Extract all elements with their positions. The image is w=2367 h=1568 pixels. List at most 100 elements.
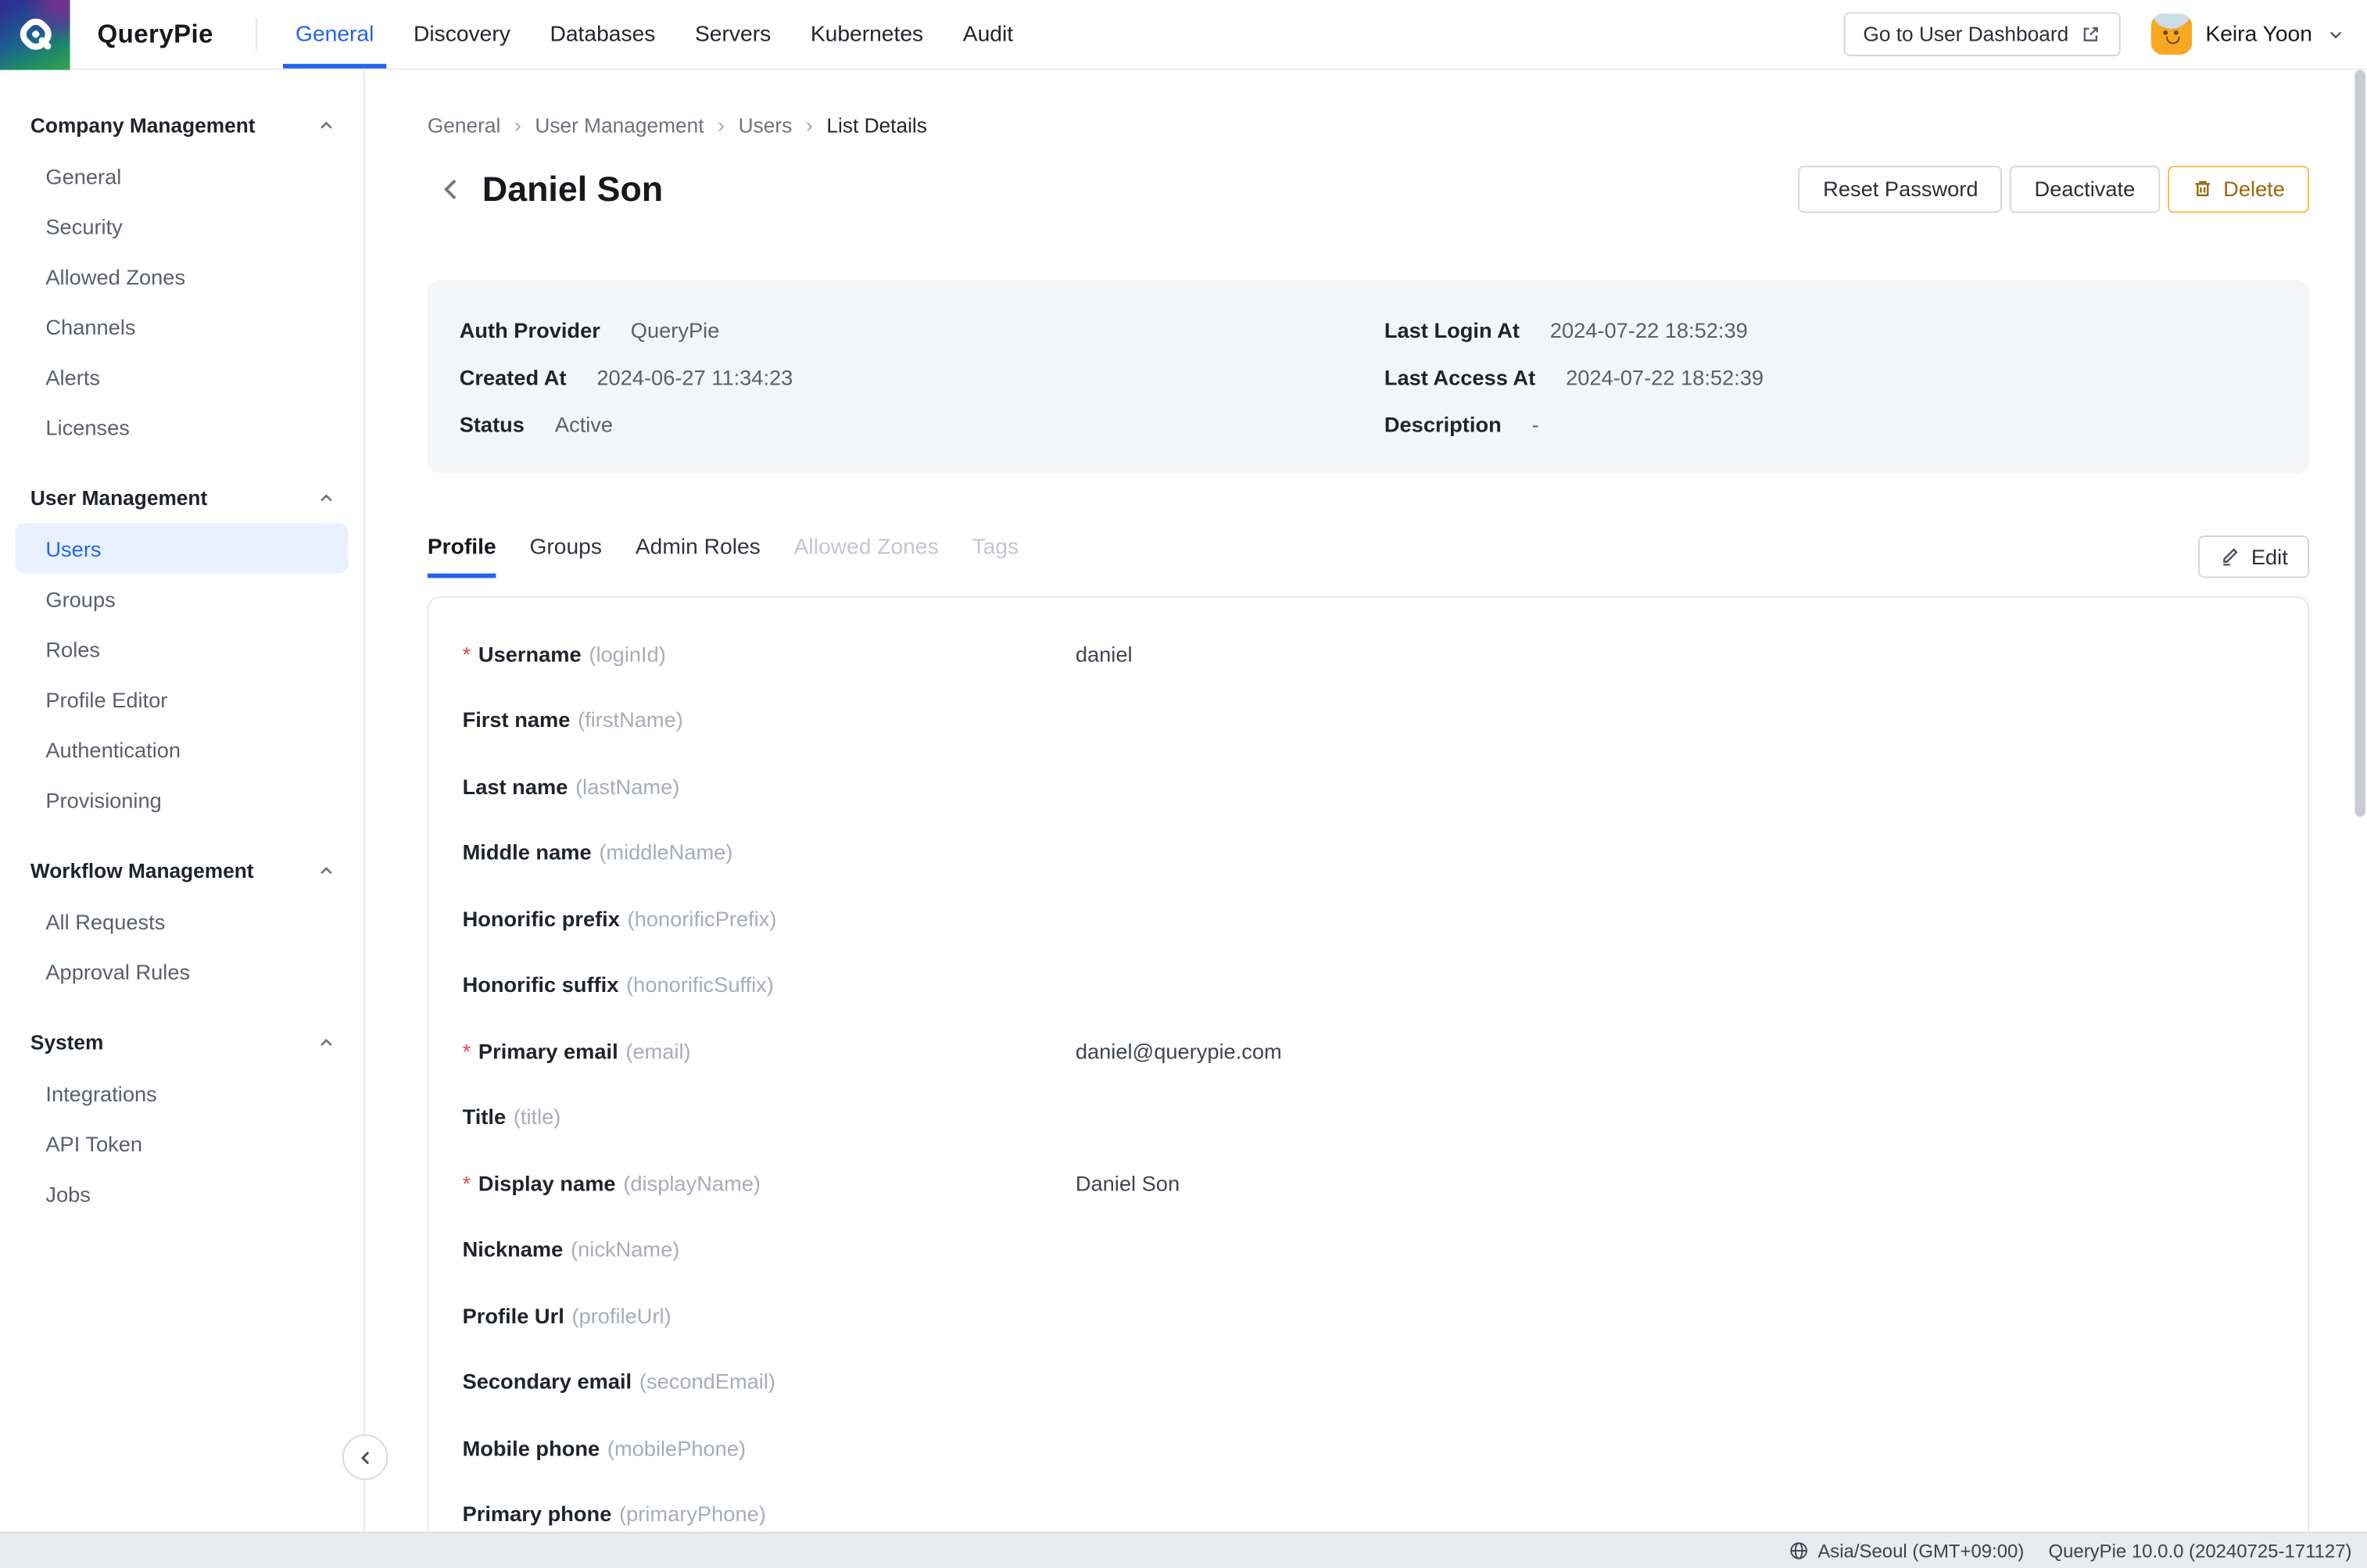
field-key: (profileUrl): [571, 1303, 671, 1328]
field-label-cell: * Username (loginId): [463, 642, 1076, 666]
breadcrumb-item-user-management[interactable]: User Management: [535, 113, 704, 136]
sidebar-item-authentication[interactable]: Authentication: [15, 724, 348, 774]
summary-row-last-login-at: Last Login At 2024-07-22 18:52:39: [1384, 306, 2277, 353]
go-to-user-dashboard-button[interactable]: Go to User Dashboard: [1843, 12, 2121, 57]
summary-value: Active: [554, 411, 614, 436]
tab-groups[interactable]: Groups: [529, 535, 602, 578]
field-label: Honorific prefix: [462, 906, 620, 931]
field-label: Primary email: [478, 1038, 618, 1063]
deactivate-button[interactable]: Deactivate: [2010, 165, 2160, 213]
nav-tab-audit[interactable]: Audit: [943, 0, 1033, 69]
chevron-down-icon: [2326, 24, 2345, 44]
summary-label: Last Access At: [1384, 364, 1536, 389]
sidebar-item-groups[interactable]: Groups: [15, 574, 348, 624]
chevron-up-icon: [317, 115, 336, 134]
top-navbar: QueryPie General Discovery Databases Server…: [0, 0, 2367, 70]
pencil-icon: [2219, 546, 2240, 567]
external-link-icon: [2081, 24, 2100, 44]
vertical-scrollbar-thumb[interactable]: [2354, 70, 2366, 818]
breadcrumb-separator: ›: [514, 113, 521, 138]
sidebar-section-header-company-management[interactable]: Company Management: [0, 111, 363, 138]
nav-tab-general[interactable]: General: [276, 0, 394, 69]
user-avatar: [2150, 13, 2192, 55]
querypie-mark-icon: [14, 14, 56, 55]
sidebar-section-title: System: [30, 1030, 104, 1054]
tab-allowed-zones: Allowed Zones: [793, 535, 939, 560]
breadcrumb-item-users[interactable]: Users: [739, 113, 793, 136]
field-label-cell: * Display name (displayName): [463, 1171, 1076, 1195]
sidebar-item-alerts[interactable]: Alerts: [15, 352, 348, 402]
nav-tab-servers[interactable]: Servers: [675, 0, 791, 69]
sidebar-item-general[interactable]: General: [15, 151, 348, 201]
summary-label: Description: [1384, 411, 1502, 436]
user-menu[interactable]: Keira Yoon: [2150, 13, 2345, 55]
brand-title: QueryPie: [97, 19, 213, 48]
timezone-label: Asia/Seoul (GMT+09:00): [1817, 1540, 2025, 1562]
summary-label: Status: [459, 411, 525, 436]
sidebar-section-system: System Integrations API Token Jobs: [0, 1028, 363, 1218]
sidebar-item-jobs[interactable]: Jobs: [15, 1169, 348, 1219]
sidebar-section-header-system[interactable]: System: [0, 1028, 363, 1055]
required-asterisk: *: [462, 641, 471, 666]
field-key: (honorificPrefix): [627, 906, 777, 931]
field-key: (honorificSuffix): [626, 972, 774, 997]
main-content: General › User Management › Users › List Detai…: [366, 70, 2367, 1532]
field-label: Title: [462, 1104, 507, 1129]
reset-password-button[interactable]: Reset Password: [1799, 165, 2003, 213]
nav-tab-databases[interactable]: Databases: [530, 0, 675, 69]
breadcrumb-item-list-details[interactable]: List Details: [826, 113, 926, 136]
back-button[interactable]: [437, 170, 464, 207]
sidebar-item-provisioning[interactable]: Provisioning: [15, 775, 348, 825]
sidebar: Company Management General Security Allowed…: [0, 70, 366, 1532]
nav-tab-discovery[interactable]: Discovery: [394, 0, 530, 69]
sidebar-item-integrations[interactable]: Integrations: [15, 1068, 348, 1118]
trash-icon: [2191, 178, 2212, 199]
summary-value: 2024-07-22 18:52:39: [1566, 364, 1764, 389]
version-label: QueryPie 10.0.0 (20240725-171127): [2048, 1540, 2352, 1562]
field-key: (secondEmail): [639, 1369, 776, 1394]
tab-profile[interactable]: Profile: [427, 535, 496, 578]
profile-field-row-username: * Username (loginId) daniel: [429, 621, 2308, 687]
sidebar-item-security[interactable]: Security: [15, 201, 348, 251]
sidebar-collapse-button[interactable]: [342, 1434, 389, 1480]
nav-tab-kubernetes[interactable]: Kubernetes: [791, 0, 944, 69]
field-key: (loginId): [589, 641, 666, 666]
sidebar-item-roles[interactable]: Roles: [15, 624, 348, 674]
field-label: Last name: [462, 774, 568, 799]
sidebar-item-allowed-zones[interactable]: Allowed Zones: [15, 251, 348, 301]
profile-field-row-first-name: First name (firstName): [429, 687, 2308, 754]
summary-value: -: [1531, 411, 1539, 436]
querypie-logo[interactable]: [0, 0, 70, 70]
sidebar-item-licenses[interactable]: Licenses: [15, 402, 348, 452]
breadcrumb-separator: ›: [805, 113, 813, 138]
sidebar-item-users[interactable]: Users: [15, 523, 349, 574]
sidebar-section-header-workflow-management[interactable]: Workflow Management: [0, 857, 363, 884]
breadcrumb-item-general[interactable]: General: [428, 113, 500, 136]
field-key: (nickName): [571, 1237, 680, 1262]
field-label-cell: Primary phone (primaryPhone): [463, 1502, 1076, 1526]
detail-tabs: Profile Groups Admin Roles Allowed Zones Tag…: [427, 535, 1019, 578]
summary-row-description: Description -: [1384, 400, 2277, 447]
edit-button[interactable]: Edit: [2197, 535, 2310, 578]
sidebar-item-all-requests[interactable]: All Requests: [15, 896, 348, 946]
reset-password-label: Reset Password: [1823, 176, 1978, 201]
sidebar-item-channels[interactable]: Channels: [15, 301, 348, 351]
page-title: Daniel Son: [482, 168, 664, 208]
field-label-cell: Last name (lastName): [463, 774, 1076, 798]
field-label: Nickname: [462, 1237, 564, 1262]
tab-admin-roles[interactable]: Admin Roles: [636, 535, 761, 578]
delete-button[interactable]: Delete: [2167, 165, 2310, 213]
sidebar-section-header-user-management[interactable]: User Management: [0, 484, 363, 511]
edit-label: Edit: [2251, 544, 2288, 569]
sidebar-item-api-token[interactable]: API Token: [15, 1118, 348, 1168]
field-label: Primary phone: [462, 1502, 612, 1527]
nav-divider: [256, 17, 258, 52]
profile-field-row-honorific-prefix: Honorific prefix (honorificPrefix): [429, 886, 2308, 952]
sidebar-item-approval-rules[interactable]: Approval Rules: [15, 946, 348, 996]
summary-label: Last Login At: [1384, 317, 1520, 342]
sidebar-item-profile-editor[interactable]: Profile Editor: [15, 674, 348, 724]
summary-row-auth-provider: Auth Provider QueryPie: [460, 306, 1384, 353]
deactivate-label: Deactivate: [2034, 176, 2136, 201]
field-key: (email): [625, 1038, 691, 1063]
timezone-selector[interactable]: Asia/Seoul (GMT+09:00): [1789, 1540, 2025, 1562]
